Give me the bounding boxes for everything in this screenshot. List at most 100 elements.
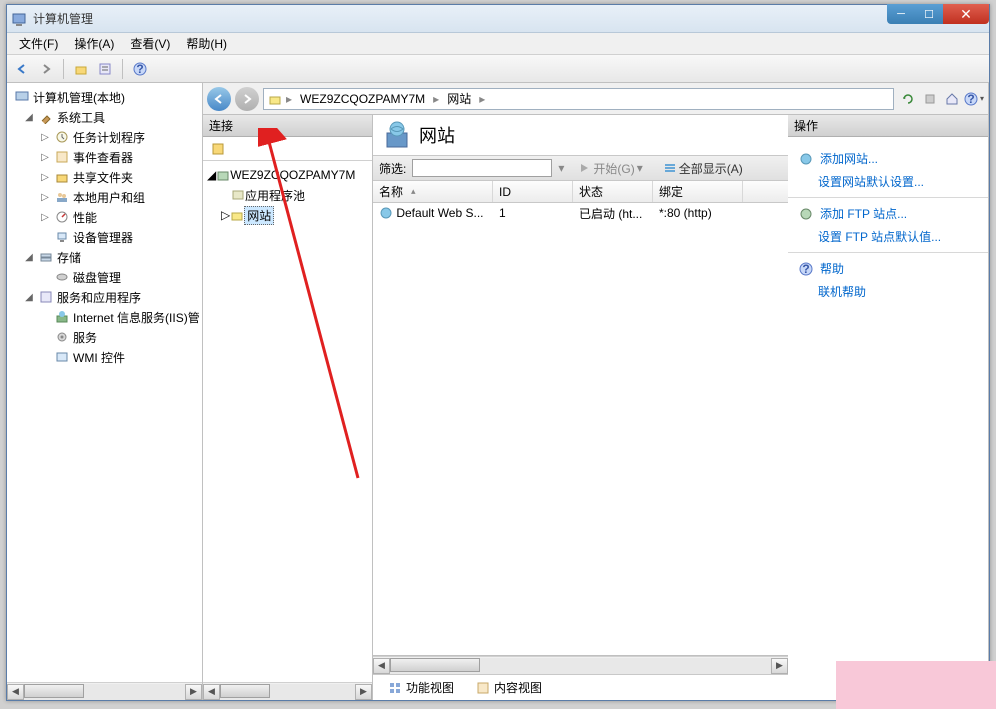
folder-up-button[interactable] [70,58,92,80]
tree-services[interactable]: 服务 [7,327,202,347]
grid-scrollbar[interactable]: ◀ ▶ [373,656,788,674]
conn-save-button[interactable] [207,138,229,160]
menu-file[interactable]: 文件(F) [11,33,66,54]
conn-scrollbar[interactable]: ◀ ▶ [203,682,372,700]
scroll-left-button[interactable]: ◀ [203,684,220,700]
action-set-ftp-defaults[interactable]: 设置 FTP 站点默认值... [788,225,988,248]
properties-button[interactable] [94,58,116,80]
expand-icon[interactable]: ▷ [39,172,51,183]
help-dropdown-button[interactable]: ?▾ [964,89,984,109]
tree-system-tools[interactable]: ◢系统工具 [7,107,202,127]
scroll-track[interactable] [390,658,771,674]
tree-iis[interactable]: Internet 信息服务(IIS)管 [7,307,202,327]
scroll-track[interactable] [220,684,355,700]
toolbar: ? [7,55,989,83]
tree-event-viewer[interactable]: ▷事件查看器 [7,147,202,167]
tree-local-users[interactable]: ▷本地用户和组 [7,187,202,207]
mmc-tree[interactable]: 计算机管理(本地) ◢系统工具 ▷任务计划程序 ▷事件查看器 ▷共享文件夹 ▷本… [7,83,202,682]
help-button[interactable]: ? [129,58,151,80]
nav-forward-button[interactable] [235,87,259,111]
conn-sites[interactable]: ▷网站 [203,205,372,225]
chevron-right-icon[interactable]: ▸ [286,92,292,106]
cell-binding: *:80 (http) [653,204,743,222]
scroll-track[interactable] [24,684,185,700]
scroll-left-button[interactable]: ◀ [7,684,24,700]
tree-services-apps[interactable]: ◢服务和应用程序 [7,287,202,307]
svg-text:?: ? [967,92,974,106]
scroll-thumb[interactable] [24,684,84,698]
grid-row[interactable]: Default Web S... 1 已启动 (ht... *:80 (http… [373,203,788,223]
menubar: 文件(F) 操作(A) 查看(V) 帮助(H) [7,33,989,55]
grid-header: 名称▴ ID 状态 绑定 [373,181,788,203]
actions-group-site: 添加网站... 设置网站默认设置... [788,143,988,198]
action-online-help[interactable]: 联机帮助 [788,280,988,303]
col-binding[interactable]: 绑定 [653,181,743,202]
separator [122,59,123,79]
action-set-site-defaults[interactable]: 设置网站默认设置... [788,170,988,193]
refresh-button[interactable] [898,89,918,109]
disk-icon [54,269,70,285]
tree-device-manager[interactable]: 设备管理器 [7,227,202,247]
conn-app-pools[interactable]: 应用程序池 [203,185,372,205]
iis-body: 连接 ◢WEZ9ZCQOZPAMY7M 应用程序池 ▷网站 ◀ ▶ [203,115,988,700]
minimize-button[interactable]: ─ [887,4,915,24]
col-name[interactable]: 名称▴ [373,181,493,202]
chevron-right-icon[interactable]: ▸ [479,92,485,106]
action-add-ftp[interactable]: 添加 FTP 站点... [788,202,988,225]
menu-action[interactable]: 操作(A) [66,33,122,54]
breadcrumb-server[interactable]: WEZ9ZCQOZPAMY7M [296,92,429,106]
show-all-button[interactable]: 全部显示(A) [656,157,750,180]
breadcrumb-sites[interactable]: 网站 [443,90,475,107]
chevron-right-icon[interactable]: ▸ [433,92,439,106]
scroll-right-button[interactable]: ▶ [355,684,372,700]
close-button[interactable]: ✕ [943,4,989,24]
collapse-icon[interactable]: ◢ [207,168,216,182]
menu-help[interactable]: 帮助(H) [178,33,235,54]
col-id[interactable]: ID [493,181,573,202]
expand-icon[interactable]: ▷ [39,192,51,203]
collapse-icon[interactable]: ◢ [23,252,35,263]
center-pane: 网站 筛选: ▾ 开始(G) ▾ 全部显示(A) 名称▴ ID 状态 [373,115,788,700]
tree-shared-folders[interactable]: ▷共享文件夹 [7,167,202,187]
conn-server-node[interactable]: ◢WEZ9ZCQOZPAMY7M [203,165,372,185]
expand-icon[interactable]: ▷ [39,132,51,143]
filter-bar: 筛选: ▾ 开始(G) ▾ 全部显示(A) [373,155,788,181]
sites-big-icon [383,121,411,149]
scroll-right-button[interactable]: ▶ [771,658,788,674]
scroll-right-button[interactable]: ▶ [185,684,202,700]
expand-icon[interactable]: ▷ [39,212,51,223]
tree-performance[interactable]: ▷性能 [7,207,202,227]
scroll-left-button[interactable]: ◀ [373,658,390,674]
collapse-icon[interactable]: ◢ [23,112,35,123]
action-help[interactable]: ?帮助 [788,257,988,280]
feature-view-tab[interactable]: 功能视图 [379,675,463,700]
collapse-icon[interactable]: ◢ [23,292,35,303]
start-button[interactable]: 开始(G) ▾ [570,157,649,180]
actions-header: 操作 [788,115,988,137]
home-button[interactable] [942,89,962,109]
tree-wmi[interactable]: WMI 控件 [7,347,202,367]
col-status[interactable]: 状态 [573,181,653,202]
content-view-tab[interactable]: 内容视图 [467,675,551,700]
expand-icon[interactable]: ▷ [39,152,51,163]
sites-grid[interactable]: 名称▴ ID 状态 绑定 Default Web S... 1 已启动 (ht.… [373,181,788,656]
tree-disk-management[interactable]: 磁盘管理 [7,267,202,287]
left-scrollbar[interactable]: ◀ ▶ [7,682,202,700]
expand-icon[interactable]: ▷ [221,208,230,222]
breadcrumb[interactable]: ▸ WEZ9ZCQOZPAMY7M ▸ 网站 ▸ [263,88,894,110]
scroll-thumb[interactable] [390,658,480,672]
action-add-site[interactable]: 添加网站... [788,147,988,170]
filter-input[interactable] [412,159,552,177]
tree-storage[interactable]: ◢存储 [7,247,202,267]
maximize-button[interactable]: ☐ [915,4,943,24]
tree-root[interactable]: 计算机管理(本地) [7,87,202,107]
filter-label: 筛选: [379,160,406,177]
menu-view[interactable]: 查看(V) [122,33,178,54]
forward-button[interactable] [35,58,57,80]
nav-back-button[interactable] [207,87,231,111]
scroll-thumb[interactable] [220,684,270,698]
stop-button[interactable] [920,89,940,109]
back-button[interactable] [11,58,33,80]
tree-task-scheduler[interactable]: ▷任务计划程序 [7,127,202,147]
connections-tree[interactable]: ◢WEZ9ZCQOZPAMY7M 应用程序池 ▷网站 [203,161,372,682]
